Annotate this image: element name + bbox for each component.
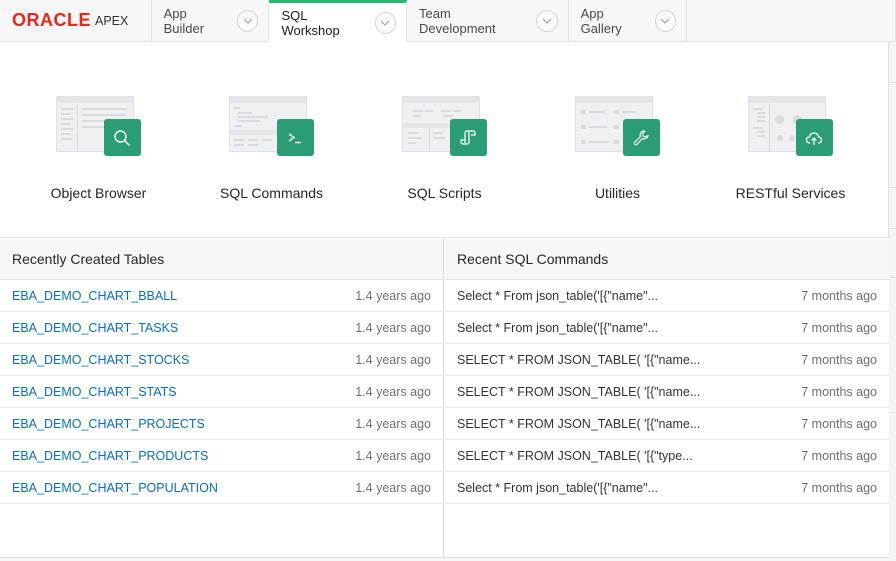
- side-panel-edge: [889, 42, 896, 561]
- panel-title: Recent SQL Commands: [445, 239, 889, 280]
- sql-scripts-illustration: [401, 96, 488, 158]
- command-time: 7 months ago: [801, 416, 877, 431]
- oracle-wordmark: ORACLE: [12, 10, 91, 30]
- command-link[interactable]: SELECT * FROM JSON_TABLE( '[{"name...: [457, 385, 700, 399]
- chevron-down-icon[interactable]: [236, 9, 259, 32]
- created-time: 1.4 years ago: [355, 448, 431, 463]
- tab-team-development[interactable]: Team Development: [407, 0, 569, 41]
- table-link[interactable]: EBA_DEMO_CHART_STATS: [12, 385, 177, 399]
- created-time: 1.4 years ago: [355, 288, 431, 303]
- table-row: EBA_DEMO_CHART_PROJECTS 1.4 years ago: [0, 408, 443, 440]
- created-time: 1.4 years ago: [355, 384, 431, 399]
- table-link[interactable]: EBA_DEMO_CHART_PROJECTS: [12, 417, 205, 431]
- created-time: 1.4 years ago: [355, 352, 431, 367]
- cloud-upload-icon: [795, 119, 833, 156]
- launcher-label: Utilities: [594, 185, 641, 201]
- table-row: EBA_DEMO_CHART_PRODUCTS 1.4 years ago: [0, 440, 443, 472]
- table-row: EBA_DEMO_CHART_BBALL 1.4 years ago: [0, 280, 443, 312]
- command-time: 7 months ago: [801, 288, 877, 303]
- command-time: 7 months ago: [801, 352, 877, 367]
- command-link[interactable]: Select * From json_table('[{"name"...: [457, 481, 658, 495]
- script-scroll-icon: [449, 119, 487, 156]
- utilities-illustration: [574, 96, 661, 158]
- tab-app-builder[interactable]: App Builder: [152, 0, 270, 41]
- launcher-label: Object Browser: [50, 185, 147, 201]
- command-row: SELECT * FROM JSON_TABLE( '[{"type... 7 …: [445, 440, 889, 472]
- sql-workshop-home: Object Browser SQL Commands SQL Scripts …: [0, 42, 889, 561]
- tab-label: App Builder: [163, 5, 205, 36]
- command-row: Select * From json_table('[{"name"... 7 …: [445, 472, 889, 504]
- restful-services-illustration: [747, 96, 834, 158]
- wrench-icon: [622, 119, 660, 156]
- command-row: SELECT * FROM JSON_TABLE( '[{"name... 7 …: [445, 408, 889, 440]
- apex-wordmark: APEX: [95, 13, 129, 28]
- chevron-down-icon[interactable]: [536, 9, 558, 32]
- created-time: 1.4 years ago: [355, 480, 431, 495]
- tab-app-gallery[interactable]: App Gallery: [569, 0, 688, 41]
- command-row: Select * From json_table('[{"name"... 7 …: [445, 312, 889, 344]
- sql-commands-illustration: [228, 96, 315, 158]
- chevron-down-icon[interactable]: [654, 9, 677, 32]
- search-icon: [103, 119, 141, 156]
- component-launchers: Object Browser SQL Commands SQL Scripts …: [0, 42, 889, 238]
- table-link[interactable]: EBA_DEMO_CHART_TASKS: [12, 321, 178, 335]
- command-time: 7 months ago: [801, 320, 877, 335]
- launcher-sql-scripts[interactable]: SQL Scripts: [358, 96, 531, 201]
- launcher-sql-commands[interactable]: SQL Commands: [185, 96, 358, 201]
- table-link[interactable]: EBA_DEMO_CHART_BBALL: [12, 289, 177, 303]
- command-link[interactable]: Select * From json_table('[{"name"...: [457, 289, 658, 303]
- chevron-down-icon[interactable]: [374, 11, 397, 34]
- created-time: 1.4 years ago: [355, 416, 431, 431]
- oracle-apex-logo[interactable]: ORACLE APEX: [0, 0, 152, 41]
- command-row: SELECT * FROM JSON_TABLE( '[{"name... 7 …: [445, 344, 889, 376]
- tab-label: SQL Workshop: [281, 7, 340, 38]
- recently-created-tables-panel: Recently Created Tables EBA_DEMO_CHART_B…: [0, 239, 444, 557]
- launcher-utilities[interactable]: Utilities: [531, 96, 704, 201]
- command-row: SELECT * FROM JSON_TABLE( '[{"name... 7 …: [445, 376, 889, 408]
- panel-footer-divider: [0, 557, 889, 561]
- tab-label: App Gallery: [580, 5, 622, 36]
- panel-title: Recently Created Tables: [0, 239, 443, 280]
- launcher-label: RESTful Services: [735, 185, 846, 201]
- launcher-restful-services[interactable]: RESTful Services: [704, 96, 877, 201]
- tab-label: Team Development: [419, 5, 496, 36]
- table-row: EBA_DEMO_CHART_STATS 1.4 years ago: [0, 376, 443, 408]
- command-row: Select * From json_table('[{"name"... 7 …: [445, 280, 889, 312]
- table-row: EBA_DEMO_CHART_STOCKS 1.4 years ago: [0, 344, 443, 376]
- object-browser-illustration: [55, 96, 142, 158]
- launcher-object-browser[interactable]: Object Browser: [12, 96, 185, 201]
- tab-sql-workshop[interactable]: SQL Workshop: [269, 0, 408, 42]
- terminal-prompt-icon: [276, 119, 314, 156]
- command-link[interactable]: Select * From json_table('[{"name"...: [457, 321, 658, 335]
- launcher-label: SQL Commands: [220, 185, 323, 201]
- top-navigation: ORACLE APEX App Builder SQL Workshop Tea…: [0, 0, 896, 42]
- table-row: EBA_DEMO_CHART_POPULATION 1.4 years ago: [0, 472, 443, 504]
- table-link[interactable]: EBA_DEMO_CHART_STOCKS: [12, 353, 189, 367]
- table-link[interactable]: EBA_DEMO_CHART_PRODUCTS: [12, 449, 208, 463]
- recent-sql-commands-panel: Recent SQL Commands Select * From json_t…: [445, 239, 889, 557]
- command-time: 7 months ago: [801, 448, 877, 463]
- command-link[interactable]: SELECT * FROM JSON_TABLE( '[{"name...: [457, 417, 700, 431]
- command-time: 7 months ago: [801, 480, 877, 495]
- launcher-label: SQL Scripts: [407, 185, 482, 201]
- created-time: 1.4 years ago: [355, 320, 431, 335]
- nav-spacer: [687, 0, 896, 41]
- command-link[interactable]: SELECT * FROM JSON_TABLE( '[{"type...: [457, 449, 693, 463]
- command-link[interactable]: SELECT * FROM JSON_TABLE( '[{"name...: [457, 353, 700, 367]
- table-link[interactable]: EBA_DEMO_CHART_POPULATION: [12, 481, 218, 495]
- command-time: 7 months ago: [801, 384, 877, 399]
- table-row: EBA_DEMO_CHART_TASKS 1.4 years ago: [0, 312, 443, 344]
